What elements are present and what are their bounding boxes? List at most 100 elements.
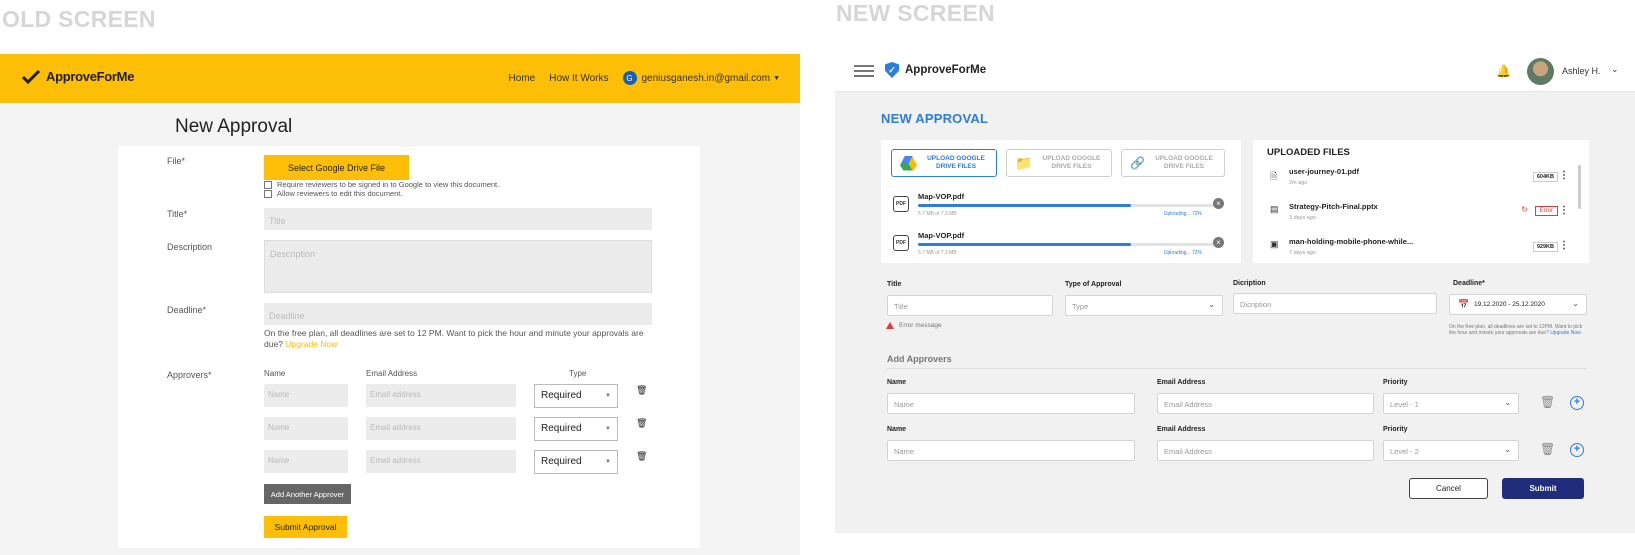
approver-email-input[interactable]: Email address — [366, 450, 516, 473]
trash-icon[interactable]: 🗑 — [1540, 395, 1555, 409]
more-options-icon[interactable]: ⋮ — [1559, 170, 1569, 181]
approver-name-input[interactable]: Name — [264, 384, 348, 407]
approver-email-input[interactable]: Email address — [366, 384, 516, 407]
description-input[interactable]: Dicription — [1233, 293, 1437, 314]
add-circle-icon[interactable]: + — [1570, 396, 1584, 410]
approver-name-label: Name — [887, 426, 907, 433]
upload-progress-row: PDF Map-VOP.pdf 5.7 MB of 7.3 MB Uploadi… — [891, 190, 1236, 222]
upload-link-button[interactable]: 🔗 UPLOAD GOOGLE DRIVE FILES — [1121, 149, 1225, 177]
files-scrollbar[interactable] — [1578, 165, 1581, 209]
new-topbar: ✓ ApproveForMe 🔔 Ashley H. ⌄ — [835, 48, 1635, 92]
approver-email-input[interactable]: Email Address — [1157, 440, 1374, 461]
type-select[interactable]: Type ⌄ — [1065, 295, 1223, 316]
file-name: Strategy-Pitch-Final.pptx — [1289, 202, 1378, 211]
new-screen: ✓ ApproveForMe 🔔 Ashley H. ⌄ NEW APPROVA… — [835, 0, 1635, 555]
add-approvers-heading: Add Approvers — [887, 354, 952, 364]
account-menu[interactable]: G geniusganesh.in@gmail.com ▼ — [622, 71, 780, 85]
uploaded-files-card: UPLOADED FILES 🗎 user-journey-01.pdf 2m … — [1253, 140, 1589, 263]
approver-name-input[interactable]: Name — [887, 393, 1135, 414]
allow-edit-option[interactable]: Allow reviewers to edit this document. — [264, 189, 402, 198]
approver-name-input[interactable]: Name — [264, 450, 348, 473]
submit-approval-button[interactable]: Submit Approval — [264, 516, 347, 538]
upload-size: 5.7 MB of 7.3 MB — [918, 250, 957, 256]
avatar[interactable] — [1527, 58, 1554, 85]
deadline-input[interactable]: Deadline — [264, 303, 652, 325]
approver-type-select[interactable]: Required ▼ — [534, 417, 618, 441]
upload-drive-button[interactable]: UPLOAD GOOGLE DRIVE FILES — [891, 149, 997, 177]
submit-button[interactable]: Submit — [1502, 478, 1584, 499]
pdf-file-icon: 🗎 — [1270, 171, 1278, 181]
old-header: ApproveForMe Home How It Works G geniusg… — [0, 54, 800, 103]
add-approver-button[interactable]: Add Another Approver — [264, 484, 351, 504]
upload-button-label: UPLOAD GOOGLE DRIVE FILES — [1155, 155, 1213, 170]
cancel-upload-icon[interactable]: × — [1213, 198, 1224, 209]
title-input[interactable]: Title — [887, 295, 1053, 316]
more-options-icon[interactable]: ⋮ — [1559, 240, 1569, 251]
checkmark-icon — [22, 69, 40, 84]
file-age: 3 days ago — [1289, 215, 1316, 221]
description-label: Description — [167, 242, 213, 252]
title-input[interactable]: Title — [264, 208, 652, 230]
type-label: Type of Approval — [1065, 281, 1122, 288]
approver-type-value: Required — [541, 390, 582, 401]
checkbox-label: Require reviewers to be signed in to Goo… — [277, 180, 500, 189]
shield-check-icon: ✓ — [885, 62, 899, 78]
link-icon: 🔗 — [1130, 156, 1145, 170]
file-label: File* — [167, 156, 186, 166]
chevron-down-icon[interactable]: ⌄ — [1611, 64, 1619, 75]
file-name: man-holding-mobile-phone-while... — [1289, 237, 1414, 246]
old-nav: Home How It Works G geniusganesh.in@gmai… — [509, 71, 780, 85]
new-logo[interactable]: ✓ ApproveForMe — [885, 62, 986, 78]
trash-icon[interactable]: 🗑 — [636, 385, 647, 396]
user-name[interactable]: Ashley H. — [1562, 66, 1601, 76]
retry-icon[interactable]: ↻ — [1521, 205, 1528, 214]
approver-type-select[interactable]: Required ▼ — [534, 450, 618, 474]
file-name: user-journey-01.pdf — [1289, 167, 1360, 176]
description-textarea[interactable]: Description — [264, 240, 652, 293]
deadline-date-range[interactable]: 📅 19.12.2020 - 25.12.2020 ⌄ — [1449, 294, 1587, 315]
old-brand-name: ApproveForMe — [46, 69, 135, 84]
cancel-button[interactable]: Cancel — [1409, 478, 1488, 499]
nav-home-link[interactable]: Home — [509, 73, 536, 84]
approver-name-input[interactable]: Name — [264, 417, 348, 440]
caret-down-icon: ▼ — [605, 393, 611, 399]
approver-email-input[interactable]: Email address — [366, 417, 516, 440]
approver-email-input[interactable]: Email Address — [1157, 393, 1374, 414]
bell-icon[interactable]: 🔔 — [1496, 64, 1511, 78]
menu-icon[interactable] — [854, 65, 874, 77]
upload-card: UPLOAD GOOGLE DRIVE FILES 📁 UPLOAD GOOGL… — [881, 140, 1241, 263]
approver-priority-select[interactable]: Level - 1 ⌄ — [1383, 393, 1519, 414]
approver-name-input[interactable]: Name — [887, 440, 1135, 461]
nav-how-it-works-link[interactable]: How It Works — [549, 73, 608, 84]
approver-priority-select[interactable]: Level - 2 ⌄ — [1383, 440, 1519, 461]
caret-down-icon: ▼ — [605, 459, 611, 465]
upgrade-link[interactable]: Upgrade Now — [1550, 330, 1581, 336]
file-age: 2m ago — [1289, 180, 1308, 186]
trash-icon[interactable]: 🗑 — [636, 451, 647, 462]
checkbox[interactable] — [264, 180, 272, 189]
checkbox[interactable] — [264, 189, 272, 198]
google-drive-icon — [900, 155, 917, 171]
upload-status: Uploading... 72% — [1163, 211, 1202, 217]
uploaded-file-item[interactable]: ▣ man-holding-mobile-phone-while... 7 da… — [1267, 236, 1572, 266]
uploaded-file-item[interactable]: ▤ Strategy-Pitch-Final.pptx 3 days ago ↻… — [1267, 201, 1572, 231]
chevron-down-icon: ⌄ — [1208, 300, 1215, 309]
upgrade-link[interactable]: Upgrade Now — [285, 339, 337, 349]
trash-icon[interactable]: 🗑 — [1540, 442, 1555, 456]
upload-progress-bar — [918, 243, 1214, 246]
approver-email-label: Email Address — [1157, 379, 1206, 386]
approver-type-select[interactable]: Required ▼ — [534, 384, 618, 408]
pdf-file-icon: PDF — [893, 235, 909, 251]
more-options-icon[interactable]: ⋮ — [1559, 205, 1569, 216]
uploaded-file-item[interactable]: 🗎 user-journey-01.pdf 2m ago 604KB ⋮ — [1267, 166, 1572, 196]
add-circle-icon[interactable]: + — [1570, 443, 1584, 457]
trash-icon[interactable]: 🗑 — [636, 418, 647, 429]
select-drive-file-button[interactable]: Select Google Drive File — [264, 155, 409, 180]
require-signin-option[interactable]: Require reviewers to be signed in to Goo… — [264, 180, 499, 189]
upload-folder-button[interactable]: 📁 UPLOAD GOOGLE DRIVE FILES — [1006, 149, 1113, 177]
calendar-icon: 📅 — [1458, 299, 1470, 309]
cancel-upload-icon[interactable]: × — [1213, 237, 1224, 248]
old-logo[interactable]: ApproveForMe — [22, 69, 134, 84]
upload-button-label: UPLOAD GOOGLE DRIVE FILES — [1042, 155, 1101, 170]
approver-type-value: Required — [541, 456, 582, 467]
